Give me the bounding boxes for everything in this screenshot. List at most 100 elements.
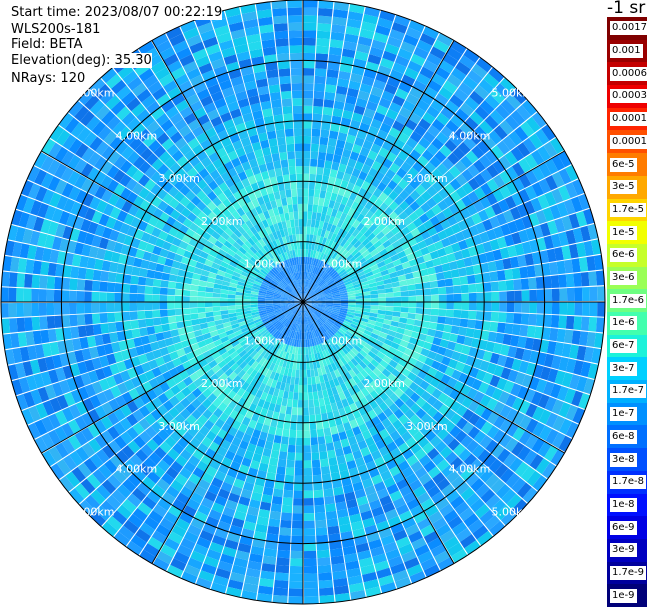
range-gate (475, 283, 484, 293)
range-gate (458, 267, 467, 277)
range-gate (175, 315, 184, 323)
range-gate (310, 158, 318, 167)
range-gate (266, 130, 277, 140)
range-gate (566, 287, 575, 302)
range-gate (310, 143, 319, 152)
range-gate (220, 310, 229, 315)
range-gate (550, 315, 560, 328)
range-gate (423, 295, 432, 302)
range-gate (9, 318, 18, 333)
range-gate (513, 313, 522, 325)
range-gate (291, 188, 298, 197)
range-gate (573, 272, 582, 287)
range-gate (107, 272, 117, 283)
range-gate (268, 84, 281, 94)
range-gate (47, 262, 57, 276)
range-gate (416, 295, 424, 302)
range-gate (303, 151, 311, 159)
range-gate (308, 407, 315, 416)
range-gate (316, 534, 329, 544)
range-ring-label: 4.00km (449, 129, 491, 142)
range-gate (144, 294, 153, 302)
range-gate (296, 181, 303, 189)
range-gate (536, 302, 545, 314)
range-gate (303, 415, 310, 423)
range-gate (281, 436, 289, 445)
range-gate (385, 302, 394, 307)
range-gate (152, 310, 161, 318)
range-gate (514, 302, 522, 313)
range-gate (174, 289, 183, 296)
range-gate (292, 105, 303, 114)
range-gate (355, 295, 364, 300)
range-gate (309, 173, 316, 182)
range-gate (489, 271, 499, 282)
range-gate (235, 302, 243, 306)
range-gate (296, 430, 303, 438)
range-gate (268, 426, 277, 435)
range-gate (189, 302, 198, 308)
range-gate (197, 296, 205, 302)
range-gate (295, 158, 303, 167)
range-gate (212, 302, 221, 307)
range-gate (314, 189, 321, 198)
range-gate (329, 464, 340, 474)
range-gate (91, 313, 101, 325)
range-gate (278, 534, 291, 544)
range-gate (282, 428, 290, 438)
range-gate (423, 302, 432, 309)
range-gate (294, 135, 303, 144)
range-gate (303, 452, 312, 461)
range-gate (327, 137, 337, 147)
range-gate (190, 313, 199, 320)
range-gate (106, 302, 115, 313)
range-gate (377, 309, 386, 315)
range-gate (483, 282, 492, 292)
range-gate (167, 315, 177, 324)
range-gate (288, 166, 296, 175)
range-gate (313, 482, 323, 491)
range-gate (170, 329, 180, 338)
range-gate (303, 445, 311, 453)
range-gate (529, 289, 538, 302)
range-gate (414, 283, 424, 290)
range-gate (431, 302, 439, 309)
range-gate (288, 158, 296, 167)
range-gate (393, 296, 402, 302)
range-gate (582, 302, 590, 316)
range-gate (318, 572, 333, 581)
range-gate (316, 421, 324, 430)
range-gate (287, 7, 302, 16)
range-gate (305, 354, 310, 363)
range-gate (399, 285, 409, 292)
range-gate (422, 281, 431, 289)
range-gate (77, 267, 87, 280)
range-gate (212, 292, 221, 298)
range-gate (307, 384, 313, 393)
range-gate (314, 512, 326, 521)
range-gate (182, 314, 192, 321)
range-gate (100, 270, 110, 282)
range-gate (378, 297, 387, 302)
range-gate (401, 302, 409, 308)
range-gate (415, 307, 424, 315)
range-gate (318, 398, 325, 407)
range-gate (197, 291, 206, 297)
range-gate (290, 422, 297, 431)
range-gate (526, 325, 536, 338)
range-gate (499, 291, 507, 302)
range-gate (312, 113, 323, 122)
range-gate (311, 376, 316, 385)
range-gate (31, 316, 41, 331)
range-gate (434, 330, 444, 339)
range-gate (289, 429, 297, 438)
range-gate (444, 316, 454, 326)
range-gate (303, 22, 317, 31)
range-gate (428, 273, 438, 282)
range-gate (297, 400, 303, 408)
range-gate (324, 160, 333, 169)
range-gate (426, 266, 436, 275)
range-gate (275, 129, 286, 138)
colorbar-tick-label: 6e-5 (610, 157, 637, 172)
range-gate (85, 268, 95, 280)
